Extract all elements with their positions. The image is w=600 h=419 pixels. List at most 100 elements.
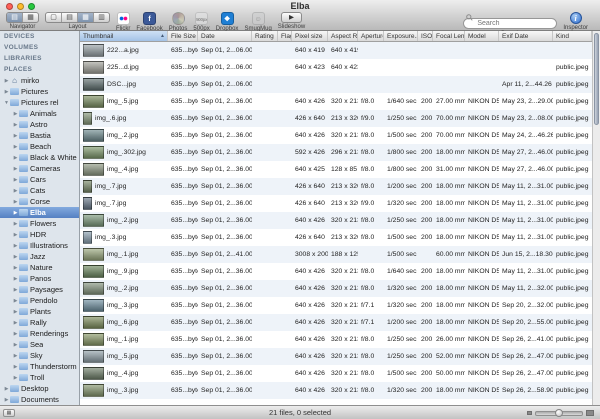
- disclosure-triangle-icon[interactable]: ▶: [3, 386, 10, 392]
- disclosure-triangle-icon[interactable]: ▶: [12, 276, 19, 282]
- table-row[interactable]: img_.9.jpg635...bytesSep 01, 2...36.00 P…: [80, 263, 592, 280]
- column-header-aperture[interactable]: Aperture: [358, 31, 384, 41]
- sidebar-item-sea[interactable]: ▶Sea: [0, 339, 79, 350]
- sidebar-item-cars[interactable]: ▶Cars: [0, 174, 79, 185]
- slider-knob[interactable]: [555, 409, 563, 417]
- vertical-scrollbar[interactable]: [592, 31, 600, 405]
- thumbnail-image[interactable]: [83, 316, 104, 329]
- disclosure-triangle-icon[interactable]: ▶: [12, 122, 19, 128]
- zoom-button[interactable]: [28, 3, 35, 10]
- disclosure-triangle-icon[interactable]: ▶: [12, 133, 19, 139]
- thumbnail-image[interactable]: [83, 384, 104, 397]
- table-row[interactable]: img_.6.jpg635...bytesSep 01, 2...36.00 P…: [80, 314, 592, 331]
- thumbnail-image[interactable]: [83, 231, 92, 244]
- table-row[interactable]: img_.302.jpg635...bytesSep 01, 2...36.00…: [80, 144, 592, 161]
- column-header-rating[interactable]: Rating: [252, 31, 278, 41]
- thumbnail-image[interactable]: [83, 129, 104, 142]
- sidebar-item-beach[interactable]: ▶Beach: [0, 141, 79, 152]
- thumbnail-image[interactable]: [83, 44, 104, 57]
- disclosure-triangle-icon[interactable]: ▶: [3, 78, 10, 84]
- disclosure-triangle-icon[interactable]: ▶: [12, 375, 19, 381]
- sidebar-item-rally[interactable]: ▶Rally: [0, 317, 79, 328]
- sidebar-item-illustrations[interactable]: ▶Illustrations: [0, 240, 79, 251]
- sidebar-item-bastia[interactable]: ▶Bastia: [0, 130, 79, 141]
- disclosure-triangle-icon[interactable]: ▶: [12, 243, 19, 249]
- table-row[interactable]: img_.2.jpg635...bytesSep 01, 2...36.00 P…: [80, 212, 592, 229]
- scrollbar-thumb[interactable]: [594, 33, 599, 125]
- table-row[interactable]: 222...a.jpg635...bytesSep 01, 2...06.00 …: [80, 42, 592, 59]
- view-toggle-button[interactable]: ▦: [3, 409, 15, 417]
- table-row[interactable]: img_.3.jpg635...bytesSep 01, 2...36.00 P…: [80, 382, 592, 399]
- sidebar-item-renderings[interactable]: ▶Renderings: [0, 328, 79, 339]
- disclosure-triangle-icon[interactable]: ▶: [12, 342, 19, 348]
- sidebar-item-astro[interactable]: ▶Astro: [0, 119, 79, 130]
- sidebar-item-desktop[interactable]: ▶Desktop: [0, 383, 79, 394]
- disclosure-triangle-icon[interactable]: ▶: [12, 298, 19, 304]
- disclosure-triangle-icon[interactable]: ▶: [12, 309, 19, 315]
- thumbnail-image[interactable]: [83, 333, 104, 346]
- table-row[interactable]: img_.5.jpg635...bytesSep 01, 2...36.00 P…: [80, 348, 592, 365]
- smugmug-icon[interactable]: ☺: [252, 12, 265, 25]
- sidebar-item-plants[interactable]: ▶Plants: [0, 306, 79, 317]
- table-row[interactable]: DSC...jpg635...bytesSep 01, 2...06.00 PM…: [80, 76, 592, 93]
- sidebar-item-panos[interactable]: ▶Panos: [0, 273, 79, 284]
- facebook-icon[interactable]: f: [143, 12, 156, 25]
- layout-segment-4[interactable]: ▥: [94, 13, 109, 22]
- sidebar-item-jazz[interactable]: ▶Jazz: [0, 251, 79, 262]
- table-row[interactable]: 225...d.jpg635...bytesSep 01, 2...06.00 …: [80, 59, 592, 76]
- disclosure-triangle-icon[interactable]: ▶: [12, 254, 19, 260]
- slideshow-button[interactable]: ▶: [281, 12, 302, 23]
- column-header-focal[interactable]: Focal Len...: [433, 31, 465, 41]
- thumbnail-image[interactable]: [83, 78, 104, 91]
- sidebar-item-pictures[interactable]: ▶Pictures: [0, 86, 79, 97]
- thumbnail-image[interactable]: [83, 282, 104, 295]
- sidebar-item-pictures-rel[interactable]: ▼Pictures rel: [0, 97, 79, 108]
- column-header-pixel[interactable]: Pixel size: [292, 31, 328, 41]
- title-bar[interactable]: Elba: [0, 0, 600, 12]
- column-header-exif[interactable]: Exif Date: [499, 31, 553, 41]
- sidebar-item-corse[interactable]: ▶Corse: [0, 196, 79, 207]
- thumbnail-image[interactable]: [83, 163, 104, 176]
- thumbnail-image[interactable]: [83, 112, 92, 125]
- disclosure-triangle-icon[interactable]: ▶: [12, 353, 19, 359]
- table-row[interactable]: img_.4.jpg635...bytesSep 01, 2...36.00 P…: [80, 365, 592, 382]
- slider-track[interactable]: [535, 411, 583, 416]
- disclosure-triangle-icon[interactable]: ▶: [12, 199, 19, 205]
- column-header-flag[interactable]: Flag: [278, 31, 292, 41]
- disclosure-triangle-icon[interactable]: ▶: [3, 89, 10, 95]
- disclosure-triangle-icon[interactable]: ▶: [12, 210, 19, 216]
- navigator-segment-2[interactable]: ▦: [23, 13, 38, 22]
- column-header-aspect[interactable]: Aspect R...: [328, 31, 358, 41]
- disclosure-triangle-icon[interactable]: ▶: [12, 331, 19, 337]
- column-header-model[interactable]: Model: [465, 31, 499, 41]
- table-row[interactable]: img_.4.jpg635...bytesSep 01, 2...36.00 P…: [80, 161, 592, 178]
- sidebar-item-troll[interactable]: ▶Troll: [0, 372, 79, 383]
- sidebar-item-hdr[interactable]: ▶HDR: [0, 229, 79, 240]
- disclosure-triangle-icon[interactable]: ▶: [12, 221, 19, 227]
- sidebar-item-paysages[interactable]: ▶Paysages: [0, 284, 79, 295]
- thumbnail-image[interactable]: [83, 248, 104, 261]
- layout-segment-2[interactable]: ▤: [62, 13, 78, 22]
- thumbnail-image[interactable]: [83, 180, 92, 193]
- thumbnail-image[interactable]: [83, 95, 104, 108]
- 500px-icon[interactable]: 500px: [195, 12, 208, 25]
- minimize-button[interactable]: [17, 3, 24, 10]
- sidebar-item-nature[interactable]: ▶Nature: [0, 262, 79, 273]
- sidebar-item-elba[interactable]: ▶Elba: [0, 207, 79, 218]
- sidebar-item-sky[interactable]: ▶Sky: [0, 350, 79, 361]
- flickr-icon[interactable]: [117, 12, 130, 25]
- disclosure-triangle-icon[interactable]: ▶: [12, 188, 19, 194]
- sidebar-item-cats[interactable]: ▶Cats: [0, 185, 79, 196]
- thumbnail-image[interactable]: [83, 265, 104, 278]
- disclosure-triangle-icon[interactable]: ▼: [3, 100, 10, 106]
- disclosure-triangle-icon[interactable]: ▶: [12, 155, 19, 161]
- sidebar-item-thunderstorm[interactable]: ▶Thunderstorm: [0, 361, 79, 372]
- disclosure-triangle-icon[interactable]: ▶: [12, 287, 19, 293]
- thumbnail-image[interactable]: [83, 367, 104, 380]
- thumbnail-image[interactable]: [83, 146, 104, 159]
- inspector-button[interactable]: i: [570, 12, 582, 24]
- column-header-size[interactable]: File Size: [168, 31, 198, 41]
- disclosure-triangle-icon[interactable]: ▶: [3, 397, 10, 403]
- table-row[interactable]: img_.2.jpg635...bytesSep 01, 2...36.00 P…: [80, 280, 592, 297]
- table-row[interactable]: img_.1.jpg635...bytesSep 01, 2...41.00 P…: [80, 246, 592, 263]
